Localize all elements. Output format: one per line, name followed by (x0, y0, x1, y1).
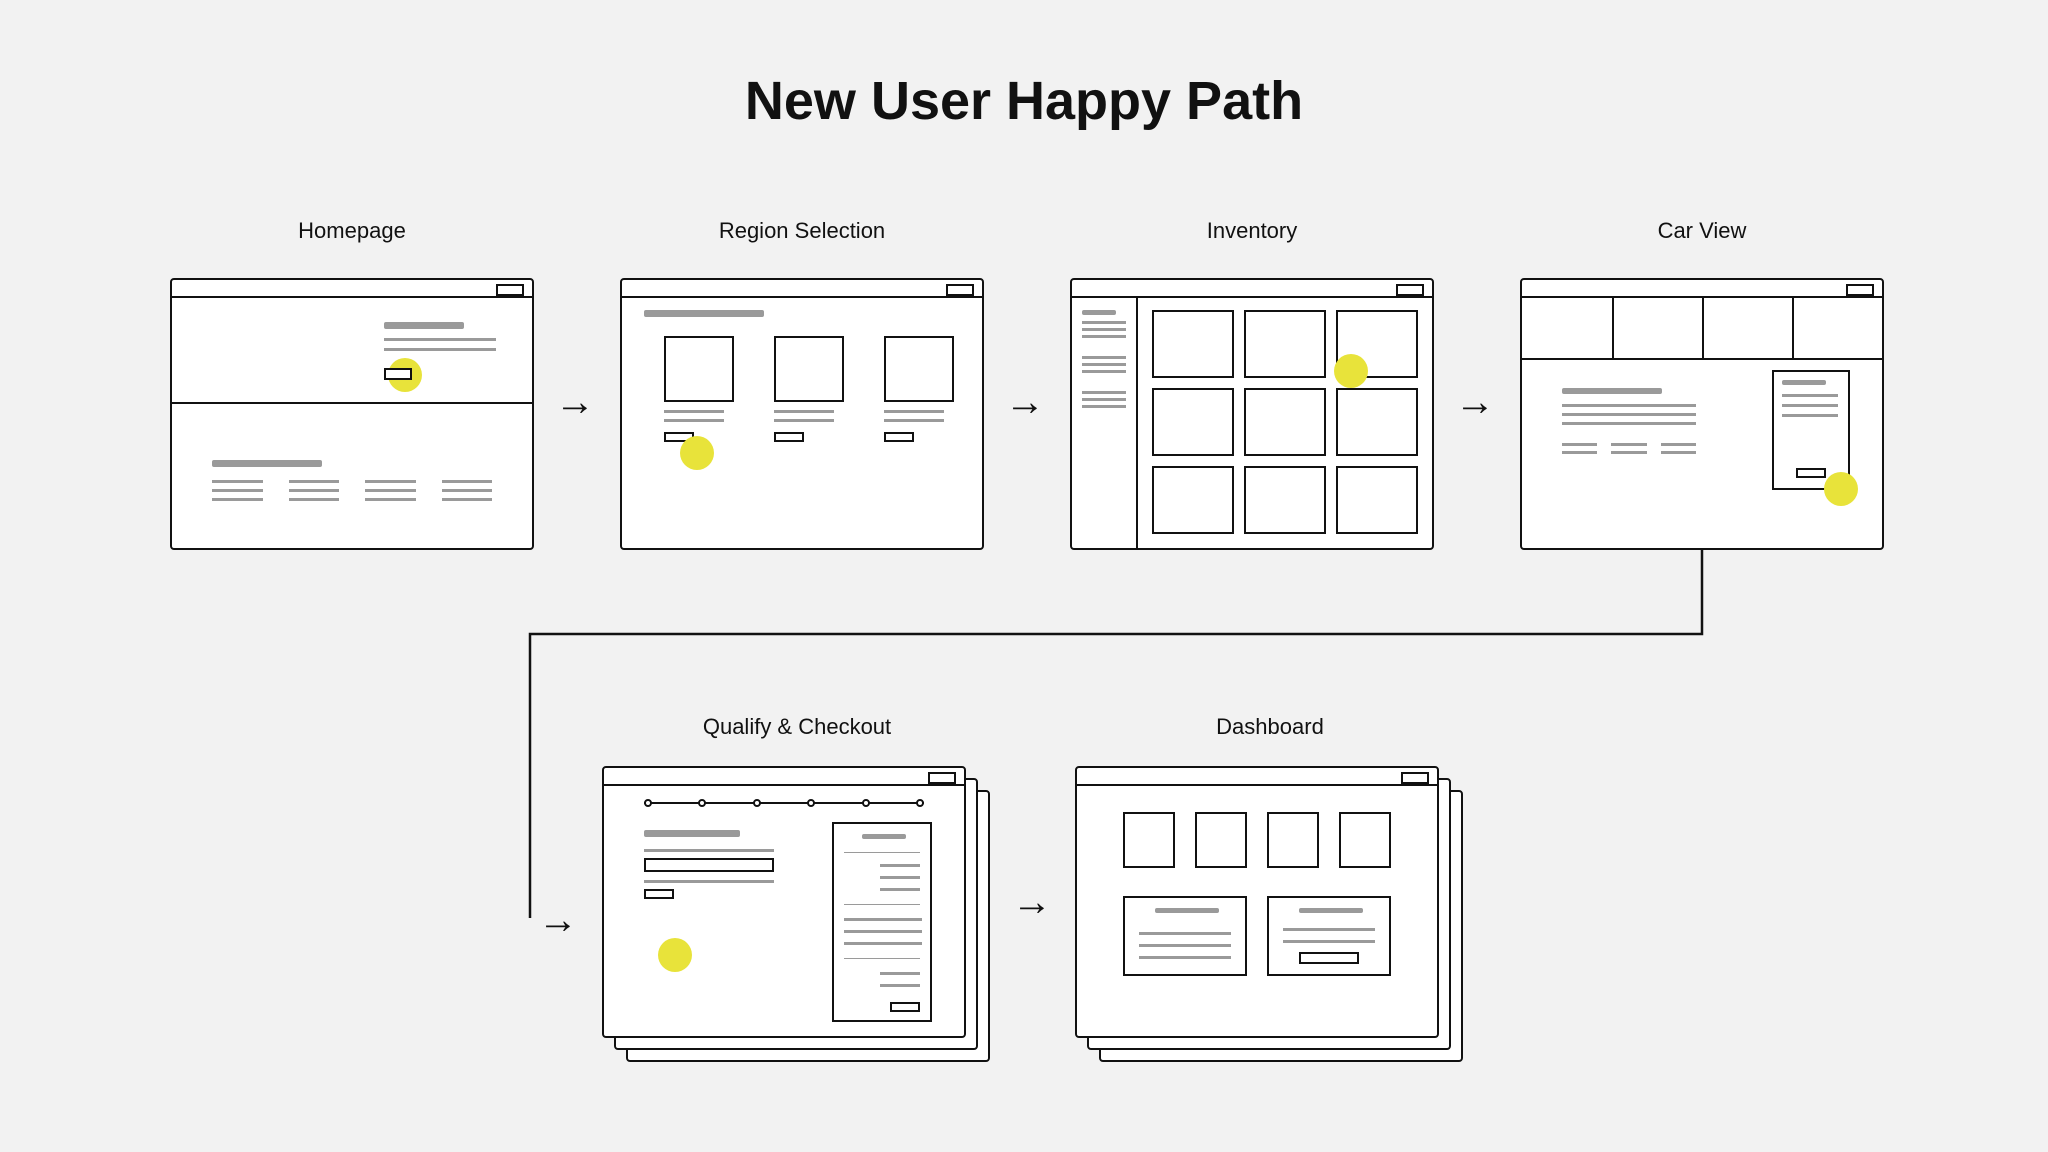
wireframe-homepage (170, 278, 534, 550)
highlight-dot (1824, 472, 1858, 506)
arrow-icon: → (1012, 882, 1052, 922)
window-titlebar (1077, 768, 1437, 786)
highlight-dot (658, 938, 692, 972)
window-titlebar (622, 280, 982, 298)
arrow-icon: → (555, 382, 595, 422)
window-titlebar (1072, 280, 1432, 298)
window-titlebar (172, 280, 532, 298)
step-label-region: Region Selection (620, 218, 984, 244)
arrow-icon: → (1455, 382, 1495, 422)
window-titlebar (1522, 280, 1882, 298)
diagram-title: New User Happy Path (0, 70, 2048, 132)
wireframe-dashboard (1075, 766, 1439, 1038)
step-label-homepage: Homepage (170, 218, 534, 244)
wireframe-carview (1520, 278, 1884, 550)
step-label-qualify: Qualify & Checkout (602, 714, 992, 740)
wireframe-region (620, 278, 984, 550)
step-label-dashboard: Dashboard (1075, 714, 1465, 740)
arrow-icon: → (1005, 382, 1045, 422)
step-label-inventory: Inventory (1070, 218, 1434, 244)
wireframe-inventory (1070, 278, 1434, 550)
highlight-dot (1334, 354, 1368, 388)
window-titlebar (604, 768, 964, 786)
step-label-carview: Car View (1520, 218, 1884, 244)
highlight-dot (680, 436, 714, 470)
arrow-icon: → (538, 900, 578, 940)
wireframe-qualify (602, 766, 966, 1038)
